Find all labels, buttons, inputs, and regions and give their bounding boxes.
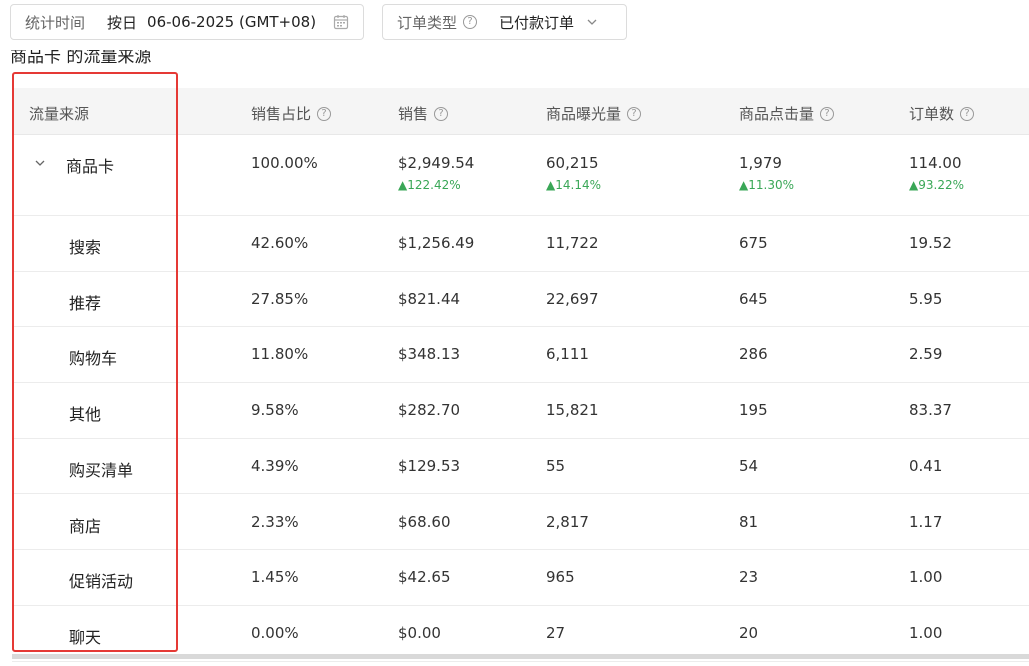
- orders-value: 19.52: [909, 234, 952, 252]
- sales-delta: ▲122.42%: [398, 178, 461, 192]
- impressions-value: 6,111: [546, 345, 589, 364]
- section-title: 商品卡 的流量来源: [10, 50, 152, 67]
- table-row[interactable]: 推荐 27.85% $821.44 22,697 645 5.95: [12, 272, 1029, 328]
- share-value: 9.58%: [251, 401, 299, 420]
- source-name: 其他: [69, 405, 102, 425]
- clicks-value: 645: [739, 289, 768, 308]
- impressions-value: 60,215: [546, 154, 599, 172]
- header-source: 流量来源: [29, 105, 90, 123]
- header-sales[interactable]: 销售?: [398, 103, 449, 124]
- sales-value: $129.53: [398, 456, 461, 475]
- impressions-value: 27: [546, 623, 566, 642]
- order-type-label: 订单类型: [397, 13, 458, 32]
- header-clicks[interactable]: 商品点击量?: [739, 103, 835, 124]
- impressions-value: 11,722: [546, 234, 599, 252]
- table-row-parent[interactable]: 商品卡 100.00% $2,949.54 ▲122.42% 60,215 ▲1…: [12, 135, 1029, 216]
- impressions-value: 22,697: [546, 289, 599, 308]
- orders-value: 1.00: [909, 623, 943, 642]
- impressions-value: 2,817: [546, 512, 589, 531]
- help-icon[interactable]: ?: [960, 106, 975, 121]
- help-icon[interactable]: ?: [434, 106, 449, 121]
- help-icon[interactable]: ?: [820, 106, 835, 121]
- sales-value: $348.13: [398, 345, 461, 364]
- sales-value: $42.65: [398, 568, 451, 587]
- header-share[interactable]: 销售占比?: [251, 103, 332, 124]
- order-type-filter[interactable]: 订单类型 ? 已付款订单: [382, 4, 627, 40]
- orders-value: 0.41: [909, 456, 943, 475]
- orders-value: 114.00: [909, 154, 962, 172]
- share-value: 11.80%: [251, 345, 309, 364]
- date-filter[interactable]: 统计时间 按日 06-06-2025 (GMT+08): [10, 4, 364, 40]
- scrollbar-track[interactable]: [12, 654, 1029, 659]
- share-value: 100.00%: [251, 154, 318, 172]
- header-orders[interactable]: 订单数?: [909, 103, 975, 124]
- clicks-value: 54: [739, 456, 759, 475]
- impressions-value: 965: [546, 568, 575, 587]
- help-icon[interactable]: ?: [317, 106, 332, 121]
- share-value: 27.85%: [251, 289, 309, 308]
- orders-value: 5.95: [909, 289, 943, 308]
- clicks-delta: ▲11.30%: [739, 178, 794, 192]
- clicks-value: 23: [739, 568, 759, 587]
- orders-value: 1.00: [909, 568, 943, 587]
- source-name: 搜索: [69, 238, 102, 257]
- share-value: 42.60%: [251, 234, 309, 252]
- source-name: 促销活动: [69, 572, 134, 592]
- orders-value: 2.59: [909, 345, 943, 364]
- date-filter-label: 统计时间: [25, 13, 86, 32]
- help-icon[interactable]: ?: [627, 106, 642, 121]
- sales-value: $282.70: [398, 401, 461, 420]
- table-row[interactable]: 其他 9.58% $282.70 15,821 195 83.37: [12, 383, 1029, 439]
- sales-value: $0.00: [398, 623, 441, 642]
- clicks-value: 20: [739, 623, 759, 642]
- sales-value: $821.44: [398, 289, 461, 308]
- source-name: 推荐: [69, 293, 102, 313]
- orders-delta: ▲93.22%: [909, 178, 964, 192]
- calendar-icon[interactable]: [333, 14, 349, 30]
- table-row[interactable]: 商店 2.33% $68.60 2,817 81 1.17: [12, 495, 1029, 551]
- date-mode[interactable]: 按日: [107, 12, 137, 33]
- header-impressions[interactable]: 商品曝光量?: [546, 103, 642, 124]
- sales-value: $68.60: [398, 512, 451, 531]
- impressions-delta: ▲14.14%: [546, 178, 601, 192]
- clicks-value: 81: [739, 512, 759, 531]
- date-value[interactable]: 06-06-2025 (GMT+08): [147, 13, 316, 31]
- impressions-value: 15,821: [546, 401, 599, 420]
- source-name: 购物车: [69, 349, 118, 369]
- table-row[interactable]: 购物车 11.80% $348.13 6,111 286 2.59: [12, 327, 1029, 384]
- filter-bar: 统计时间 按日 06-06-2025 (GMT+08) 订单类型 ? 已付款订单: [0, 0, 1029, 52]
- orders-value: 83.37: [909, 401, 952, 420]
- share-value: 1.45%: [251, 568, 299, 587]
- source-name: 购买清单: [69, 460, 134, 480]
- orders-value: 1.17: [909, 512, 943, 531]
- chevron-down-icon[interactable]: [586, 16, 598, 28]
- clicks-value: 1,979: [739, 154, 782, 172]
- source-name: 聊天: [69, 627, 102, 647]
- impressions-value: 55: [546, 456, 566, 475]
- traffic-source-table: 流量来源 销售占比? 销售? 商品曝光量? 商品点击量? 订单数? 商品卡 10…: [12, 88, 1029, 662]
- order-type-value[interactable]: 已付款订单: [499, 12, 574, 33]
- help-icon[interactable]: ?: [463, 15, 478, 29]
- share-value: 2.33%: [251, 512, 299, 531]
- clicks-value: 675: [739, 234, 768, 252]
- sales-value: $1,256.49: [398, 234, 475, 252]
- table-row[interactable]: 促销活动 1.45% $42.65 965 23 1.00: [12, 550, 1029, 606]
- share-value: 0.00%: [251, 623, 299, 642]
- clicks-value: 195: [739, 401, 768, 420]
- clicks-value: 286: [739, 345, 768, 364]
- source-name: 商品卡: [66, 157, 115, 176]
- table-row[interactable]: 搜索 42.60% $1,256.49 11,722 675 19.52: [12, 216, 1029, 272]
- table-row[interactable]: 购买清单 4.39% $129.53 55 54 0.41: [12, 439, 1029, 495]
- sales-value: $2,949.54: [398, 154, 475, 172]
- source-name: 商店: [69, 516, 102, 536]
- table-header: 流量来源 销售占比? 销售? 商品曝光量? 商品点击量? 订单数?: [12, 88, 1029, 135]
- share-value: 4.39%: [251, 456, 299, 475]
- chevron-down-icon[interactable]: [34, 157, 46, 169]
